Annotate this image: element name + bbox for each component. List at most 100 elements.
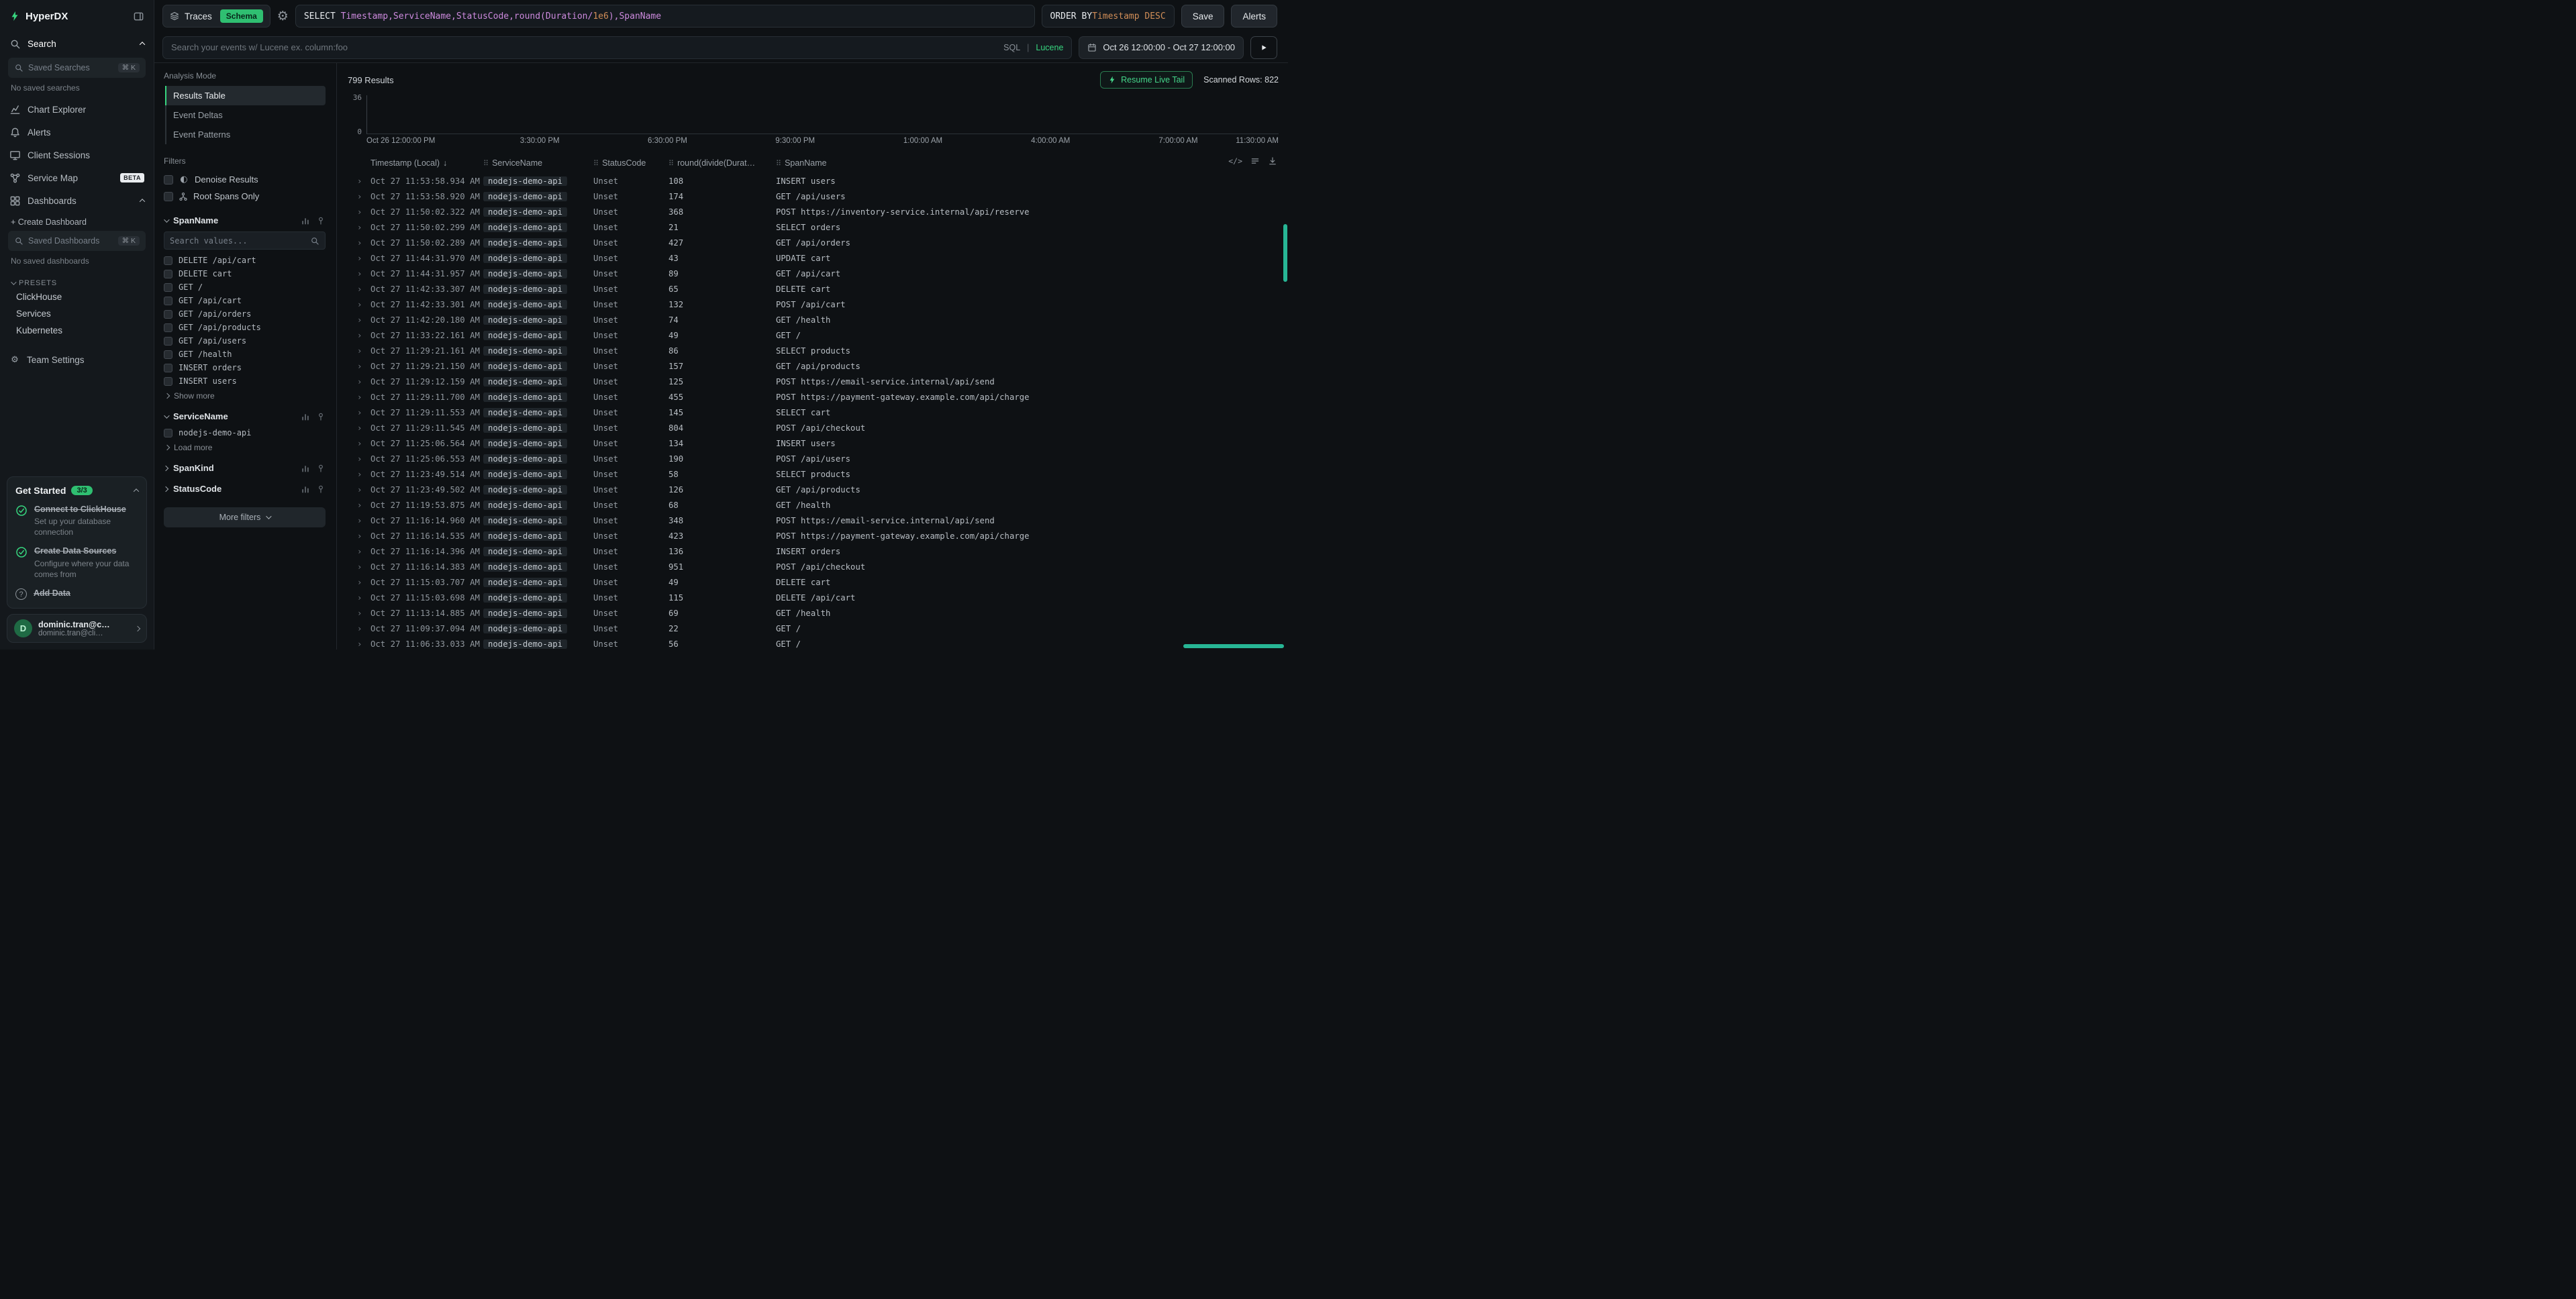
sql-select-editor[interactable]: SELECT Timestamp,ServiceName,StatusCode,… [295, 5, 1035, 28]
brand[interactable]: HyperDX [9, 11, 68, 22]
preset-services[interactable]: Services [0, 305, 154, 322]
saved-dashboards-box[interactable]: ⌘ K [8, 231, 146, 251]
expand-row-icon[interactable]: › [348, 393, 370, 402]
table-row[interactable]: ›Oct 27 11:29:21.161 AMnodejs-demo-apiUn… [348, 343, 1279, 358]
mini-chart-icon[interactable] [301, 412, 310, 421]
create-dashboard-button[interactable]: + Create Dashboard [11, 217, 143, 227]
table-row[interactable]: ›Oct 27 11:29:21.150 AMnodejs-demo-apiUn… [348, 358, 1279, 374]
pin-icon[interactable] [316, 412, 326, 421]
code-view-icon[interactable]: </> [1228, 156, 1242, 166]
table-row[interactable]: ›Oct 27 11:16:14.396 AMnodejs-demo-apiUn… [348, 543, 1279, 559]
filter-value[interactable]: DELETE cart [164, 267, 326, 280]
expand-row-icon[interactable]: › [348, 269, 370, 278]
table-row[interactable]: ›Oct 27 11:33:22.161 AMnodejs-demo-apiUn… [348, 327, 1279, 343]
checkbox[interactable] [164, 350, 172, 359]
root-spans-only-toggle[interactable]: Root Spans Only [164, 188, 326, 205]
expand-row-icon[interactable]: › [348, 238, 370, 248]
mini-chart-icon[interactable] [301, 216, 310, 225]
table-row[interactable]: ›Oct 27 11:29:11.545 AMnodejs-demo-apiUn… [348, 420, 1279, 435]
checkbox[interactable] [164, 256, 172, 265]
table-row[interactable]: ›Oct 27 11:53:58.934 AMnodejs-demo-apiUn… [348, 173, 1279, 189]
checkbox[interactable] [164, 364, 172, 372]
expand-row-icon[interactable]: › [348, 254, 370, 263]
schema-button[interactable]: Schema [220, 9, 263, 23]
expand-row-icon[interactable]: › [348, 562, 370, 572]
download-icon[interactable] [1268, 156, 1277, 166]
get-started-task[interactable]: Create Data Sources Configure where your… [15, 545, 138, 580]
filter-value[interactable]: nodejs-demo-api [164, 426, 326, 439]
vertical-scrollbar-thumb[interactable] [1283, 224, 1287, 282]
expand-row-icon[interactable]: › [348, 516, 370, 525]
sidebar-item-chart-explorer[interactable]: Chart Explorer [0, 98, 154, 121]
expand-row-icon[interactable]: › [348, 624, 370, 633]
order-by-editor[interactable]: ORDER BY Timestamp DESC [1042, 5, 1175, 28]
table-row[interactable]: ›Oct 27 11:42:33.301 AMnodejs-demo-apiUn… [348, 297, 1279, 312]
pin-icon[interactable] [316, 464, 326, 473]
mode-lucene-toggle[interactable]: Lucene [1036, 43, 1063, 52]
expand-row-icon[interactable]: › [348, 207, 370, 217]
get-started-task[interactable]: ? Add Data [15, 588, 138, 600]
sidebar-item-alerts[interactable]: Alerts [0, 121, 154, 144]
expand-row-icon[interactable]: › [348, 578, 370, 587]
row-density-icon[interactable] [1250, 156, 1260, 166]
expand-row-icon[interactable]: › [348, 531, 370, 541]
table-row[interactable]: ›Oct 27 11:50:02.289 AMnodejs-demo-apiUn… [348, 235, 1279, 250]
checkbox[interactable] [164, 283, 172, 292]
table-row[interactable]: ›Oct 27 11:06:33.033 AMnodejs-demo-apiUn… [348, 636, 1279, 650]
expand-row-icon[interactable]: › [348, 470, 370, 479]
saved-dashboards-input[interactable] [28, 236, 113, 246]
mode-sql-toggle[interactable]: SQL [1003, 43, 1020, 52]
denoise-results-toggle[interactable]: ◐ Denoise Results [164, 171, 326, 188]
preset-clickhouse[interactable]: ClickHouse [0, 289, 154, 305]
saved-searches-input[interactable] [28, 63, 113, 72]
table-row[interactable]: ›Oct 27 11:09:37.094 AMnodejs-demo-apiUn… [348, 621, 1279, 636]
expand-row-icon[interactable]: › [348, 408, 370, 417]
table-row[interactable]: ›Oct 27 11:53:58.920 AMnodejs-demo-apiUn… [348, 189, 1279, 204]
table-row[interactable]: ›Oct 27 11:16:14.383 AMnodejs-demo-apiUn… [348, 559, 1279, 574]
preset-kubernetes[interactable]: Kubernetes [0, 322, 154, 339]
expand-row-icon[interactable]: › [348, 346, 370, 356]
expand-row-icon[interactable]: › [348, 223, 370, 232]
checkbox[interactable] [164, 270, 172, 278]
analysis-mode-event-deltas[interactable]: Event Deltas [166, 105, 326, 125]
filter-section-statuscode[interactable]: StatusCode [164, 484, 326, 494]
get-started-header[interactable]: Get Started 3/3 [15, 485, 138, 496]
expand-row-icon[interactable]: › [348, 176, 370, 186]
table-row[interactable]: ›Oct 27 11:25:06.564 AMnodejs-demo-apiUn… [348, 435, 1279, 451]
presets-toggle[interactable]: PRESETS [11, 279, 143, 287]
analysis-mode-results-table[interactable]: Results Table [165, 86, 326, 105]
user-menu[interactable]: D dominic.tran@c… dominic.tran@cli… [7, 614, 147, 643]
expand-row-icon[interactable]: › [348, 377, 370, 386]
event-search-box[interactable]: SQL | Lucene [162, 36, 1072, 59]
column-header-timestamp[interactable]: Timestamp (Local) ↓ [370, 158, 483, 168]
checkbox[interactable] [164, 175, 173, 185]
table-row[interactable]: ›Oct 27 11:25:06.553 AMnodejs-demo-apiUn… [348, 451, 1279, 466]
filter-value[interactable]: GET /api/users [164, 334, 326, 348]
expand-row-icon[interactable]: › [348, 501, 370, 510]
filter-value-search-input[interactable] [170, 236, 310, 246]
source-selector[interactable]: Traces Schema [162, 5, 270, 28]
collapse-sidebar-icon[interactable] [133, 11, 144, 22]
table-row[interactable]: ›Oct 27 11:42:20.180 AMnodejs-demo-apiUn… [348, 312, 1279, 327]
more-filters-button[interactable]: More filters [164, 507, 326, 527]
filter-value[interactable]: GET / [164, 280, 326, 294]
checkbox[interactable] [164, 297, 172, 305]
gear-icon[interactable]: ⚙ [277, 9, 289, 23]
pin-icon[interactable] [316, 484, 326, 494]
table-row[interactable]: ›Oct 27 11:15:03.698 AMnodejs-demo-apiUn… [348, 590, 1279, 605]
sidebar-item-search[interactable]: Search [0, 32, 154, 55]
column-header-spanname[interactable]: ⠿ SpanName [776, 158, 1279, 168]
filter-value[interactable]: GET /api/cart [164, 294, 326, 307]
filter-value[interactable]: GET /api/products [164, 321, 326, 334]
checkbox[interactable] [164, 377, 172, 386]
filter-section-spanname[interactable]: SpanName [164, 215, 326, 225]
help-icon[interactable]: ? [15, 588, 27, 600]
analysis-mode-event-patterns[interactable]: Event Patterns [166, 125, 326, 144]
expand-row-icon[interactable]: › [348, 454, 370, 464]
load-more-button[interactable]: Load more [164, 439, 326, 452]
table-row[interactable]: ›Oct 27 11:29:12.159 AMnodejs-demo-apiUn… [348, 374, 1279, 389]
table-row[interactable]: ›Oct 27 11:44:31.957 AMnodejs-demo-apiUn… [348, 266, 1279, 281]
table-row[interactable]: ›Oct 27 11:23:49.502 AMnodejs-demo-apiUn… [348, 482, 1279, 497]
checkbox[interactable] [164, 323, 172, 332]
filter-value[interactable]: GET /health [164, 348, 326, 361]
